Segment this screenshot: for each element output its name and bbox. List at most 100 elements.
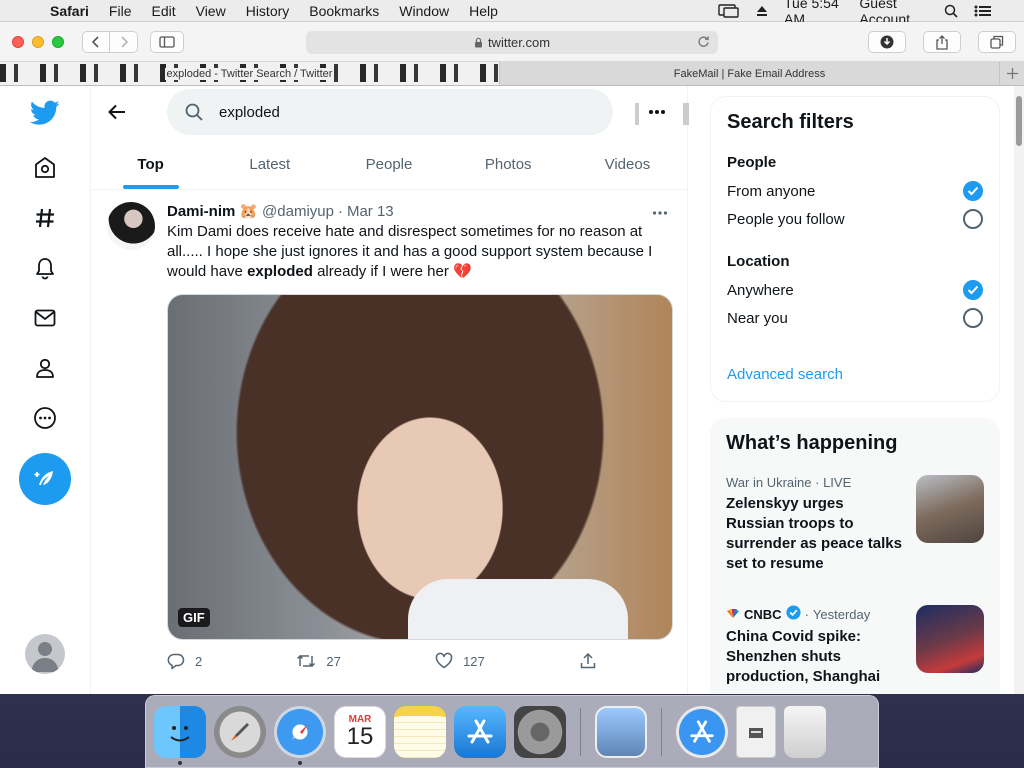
dock-calendar-icon[interactable]: MAR 15 [334, 705, 386, 758]
trend-item[interactable]: War in Ukraine · LIVE Zelenskyy urges Ru… [726, 475, 984, 585]
radio-unchecked-icon[interactable] [963, 308, 983, 328]
profile-person-icon[interactable] [20, 343, 70, 393]
chevron-right-icon [120, 35, 128, 48]
downloads-button[interactable] [868, 31, 906, 53]
menu-bar: Safari File Edit View History Bookmarks … [0, 0, 1024, 27]
notifications-bell-icon[interactable] [20, 243, 70, 293]
filter-people-you-follow[interactable]: People you follow [727, 205, 983, 233]
dock: MAR 15 [145, 695, 879, 768]
share-button[interactable] [923, 31, 961, 53]
dock-system-preferences-icon[interactable] [514, 705, 566, 758]
tab-fakemail[interactable]: FakeMail | Fake Email Address [500, 62, 1000, 85]
toolbar-actions [868, 31, 1016, 53]
like-count: 127 [463, 653, 485, 669]
explore-hashtag-icon[interactable] [20, 193, 70, 243]
dock-safari-icon[interactable] [274, 705, 326, 765]
tweet-text: Kim Dami does receive hate and disrespec… [167, 222, 667, 282]
dock-app-store-icon[interactable] [454, 705, 506, 758]
dock-launchpad-icon[interactable] [214, 705, 266, 758]
back-arrow-icon[interactable] [107, 102, 127, 127]
page-scrollbar-thumb[interactable] [1016, 96, 1022, 146]
back-button[interactable] [82, 30, 110, 53]
more-circle-icon[interactable] [20, 393, 70, 443]
compose-tweet-button[interactable] [19, 453, 71, 505]
tab-videos[interactable]: Videos [568, 140, 687, 189]
window-controls [12, 35, 64, 48]
advanced-search-link[interactable]: Advanced search [727, 366, 983, 383]
twitter-logo-icon[interactable] [20, 88, 70, 138]
radio-checked-icon[interactable] [963, 280, 983, 300]
dock-preview-icon[interactable] [595, 705, 647, 758]
retweet-icon [297, 654, 316, 668]
tweet-more-icon[interactable] [651, 204, 669, 227]
tab-people[interactable]: People [329, 140, 448, 189]
menu-help[interactable]: Help [459, 3, 508, 19]
safari-toolbar: twitter.com [0, 22, 1024, 62]
tweet-date[interactable]: Mar 13 [347, 203, 394, 220]
reply-button[interactable]: 2 [167, 652, 202, 670]
radio-checked-icon[interactable] [963, 181, 983, 201]
forward-button[interactable] [110, 30, 138, 53]
filter-anywhere[interactable]: Anywhere [727, 276, 983, 304]
tweet-author-handle[interactable]: @damiyup [262, 203, 334, 220]
eject-icon[interactable] [748, 5, 776, 17]
share-tweet-button[interactable] [579, 652, 597, 670]
menu-view[interactable]: View [186, 3, 236, 19]
tweet-text-highlight: exploded [247, 263, 313, 280]
search-input[interactable]: exploded [167, 89, 613, 135]
filter-near-you[interactable]: Near you [727, 304, 983, 332]
tweet-author-avatar[interactable] [107, 202, 155, 250]
zoom-window-button[interactable] [52, 35, 64, 48]
tab-overview-button[interactable] [978, 31, 1016, 53]
menu-app-safari[interactable]: Safari [40, 3, 99, 19]
tweet[interactable]: Dami-nim 🐹 @damiyup · Mar 13 Kim Dami do… [91, 190, 687, 670]
filter-label: Anywhere [727, 281, 794, 299]
menu-edit[interactable]: Edit [141, 3, 185, 19]
trend-item[interactable]: CNBC · Yesterday China Covid spike: Shen… [726, 605, 984, 694]
page-scrollbar[interactable] [1014, 86, 1024, 694]
share-upload-icon [580, 652, 596, 669]
home-icon[interactable] [20, 143, 70, 193]
verified-badge-icon [786, 605, 801, 623]
menu-bookmarks[interactable]: Bookmarks [299, 3, 389, 19]
menu-file[interactable]: File [99, 3, 142, 19]
lock-icon [474, 37, 482, 48]
right-sidebar: Search filters People From anyone People… [710, 86, 1000, 694]
control-center-icon[interactable] [966, 4, 1000, 18]
filter-from-anyone[interactable]: From anyone [727, 177, 983, 205]
close-window-button[interactable] [12, 35, 24, 48]
reload-icon[interactable] [697, 35, 710, 51]
tweet-author-name[interactable]: Dami-nim [167, 203, 235, 220]
search-more-options-icon[interactable] [647, 102, 667, 127]
new-tab-button[interactable] [1000, 62, 1024, 85]
radio-unchecked-icon[interactable] [963, 209, 983, 229]
tab-photos[interactable]: Photos [449, 140, 568, 189]
tab-twitter-search[interactable]: exploded - Twitter Search / Twitter [0, 62, 500, 85]
spotlight-icon[interactable] [936, 4, 966, 18]
tweet-body: Dami-nim 🐹 @damiyup · Mar 13 Kim Dami do… [167, 202, 673, 670]
tab-title: exploded - Twitter Search / Twitter [164, 67, 335, 80]
account-avatar[interactable] [25, 634, 65, 674]
retweet-button[interactable]: 27 [296, 652, 341, 670]
minimize-window-button[interactable] [32, 35, 44, 48]
dock-trash-icon[interactable] [784, 705, 826, 758]
dock-finder-icon[interactable] [154, 705, 206, 765]
search-header: exploded [91, 86, 689, 140]
messages-mail-icon[interactable] [20, 293, 70, 343]
dock-app-store-download-icon[interactable] [676, 705, 728, 758]
tweet-actions: 2 27 127 [167, 652, 597, 670]
like-button[interactable]: 127 [435, 652, 485, 670]
tab-bar: exploded - Twitter Search / Twitter Fake… [0, 62, 1024, 86]
tweet-gif-media[interactable]: GIF [167, 294, 673, 640]
display-mirror-icon[interactable] [710, 4, 748, 18]
menu-window[interactable]: Window [389, 3, 459, 19]
sidebar-toggle-button[interactable] [150, 30, 184, 53]
menu-history[interactable]: History [236, 3, 300, 19]
dock-notes-icon[interactable] [394, 705, 446, 758]
address-bar[interactable]: twitter.com [306, 31, 718, 54]
tab-latest[interactable]: Latest [210, 140, 329, 189]
safari-window: twitter.com exploded - Twitter Search / … [0, 22, 1024, 694]
dock-document-icon[interactable] [736, 705, 776, 758]
twitter-sidebar [0, 86, 90, 694]
tab-top[interactable]: Top [91, 140, 210, 189]
